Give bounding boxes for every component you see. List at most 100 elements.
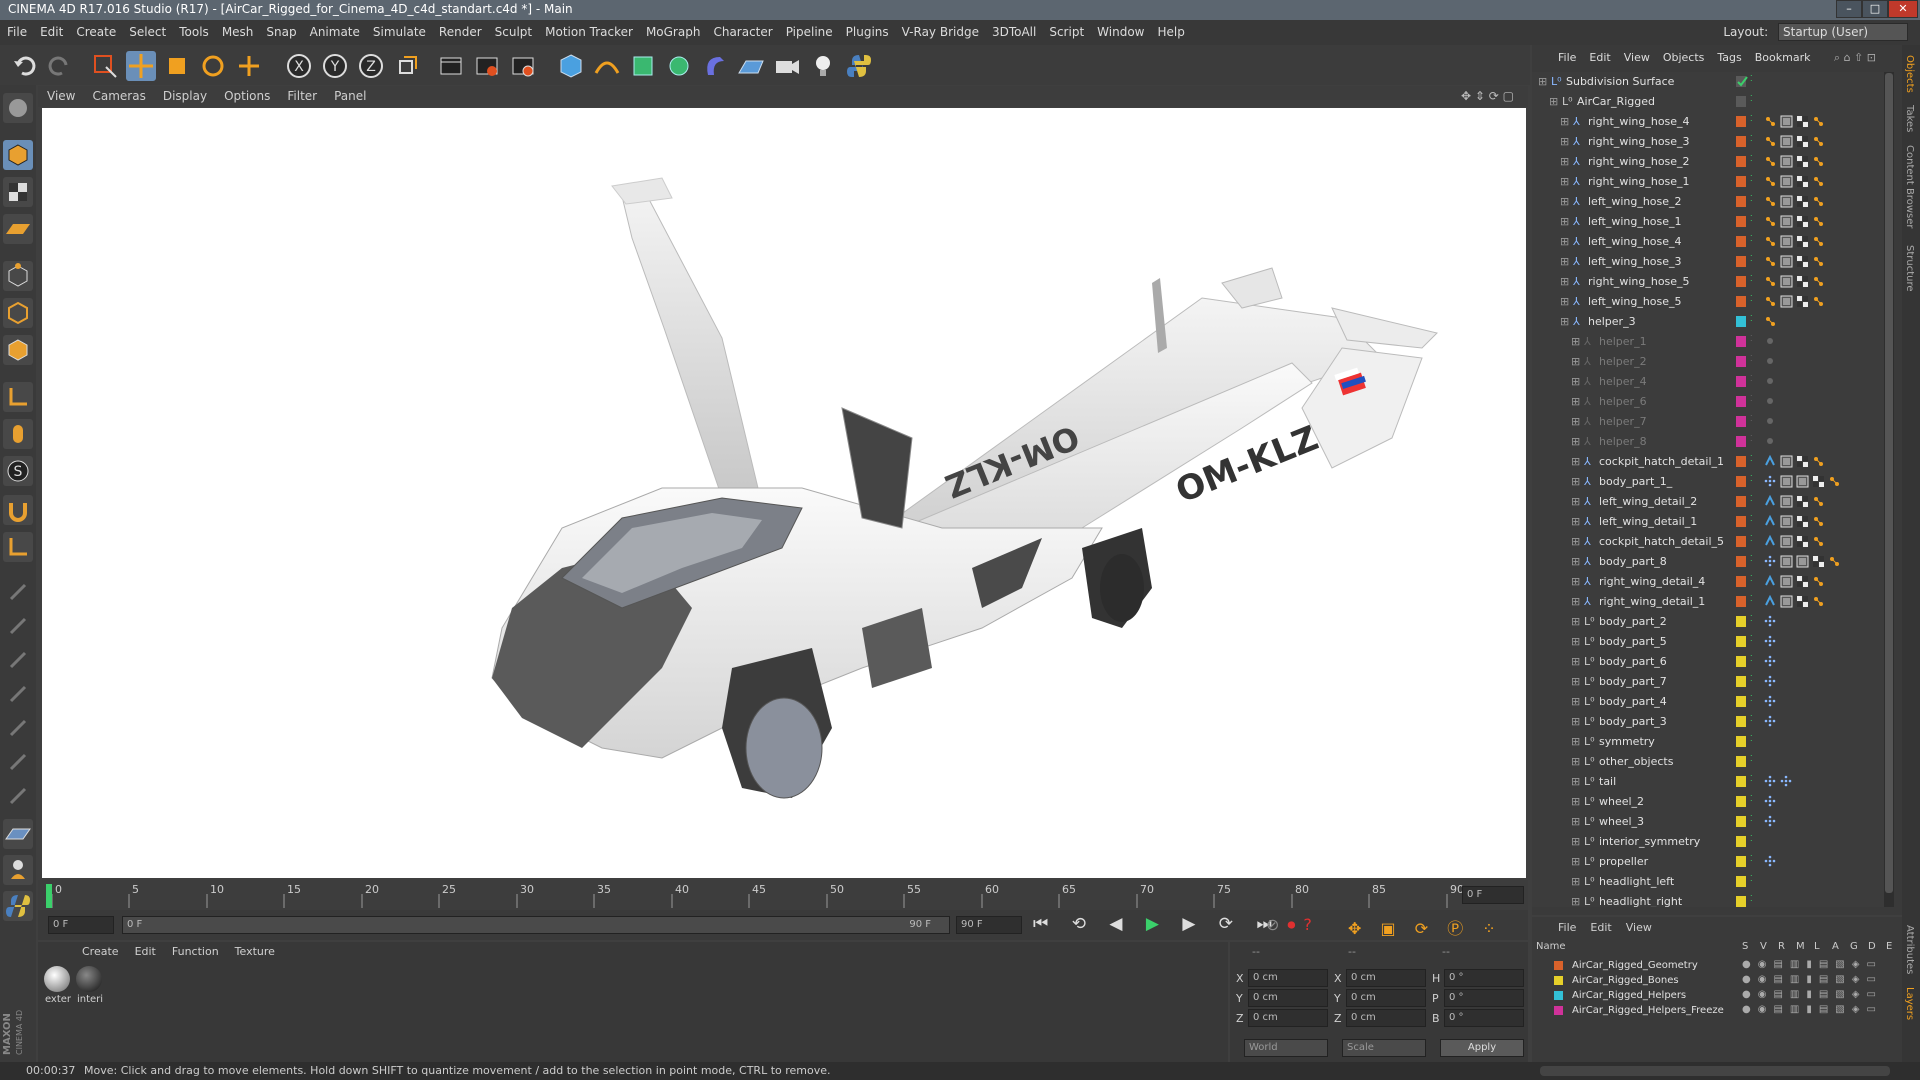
viewport-nav-icons[interactable]: ✥ ⇕ ⟳ ▢ [1461,86,1514,103]
tab-content-browser[interactable]: Content Browser [1904,145,1915,228]
z-axis-lock-icon[interactable]: Z [356,51,386,81]
ik-tag-icon[interactable] [1764,315,1777,328]
layer-color-swatch[interactable] [1736,236,1746,247]
weight-tag-icon[interactable] [1780,155,1793,168]
object-row[interactable]: ⊞ ⅄ cockpit_hatch_detail_1 ⁚ [1532,452,1884,472]
layer-color-swatch[interactable] [1736,696,1746,707]
material-menu-texture[interactable]: Texture [227,945,283,958]
tab-layers[interactable]: Layers [1904,987,1915,1020]
points-tag-icon[interactable] [1764,775,1777,788]
object-row[interactable]: ⊞ ⅄ right_wing_detail_4 ⁚ [1532,572,1884,592]
visibility-toggle[interactable]: ⁚ [1750,614,1753,623]
layer-menu-view[interactable]: View [1619,921,1659,934]
weight-tag-icon[interactable] [1796,555,1809,568]
layer-color-swatch[interactable] [1736,156,1746,167]
tab-takes[interactable]: Takes [1904,105,1915,132]
horizontal-scrollbar[interactable] [1540,1066,1890,1076]
live-selection-icon[interactable] [90,51,120,81]
object-row[interactable]: ⊞ ⅄ helper_4 ⁚ [1532,372,1884,392]
object-row[interactable]: ⊞ ⅄ helper_8 ⁚ [1532,432,1884,452]
object-row[interactable]: ⊞ L⁰ body_part_2 ⁚ [1532,612,1884,632]
floor-icon[interactable] [736,51,766,81]
visibility-toggle[interactable]: ⁚ [1750,574,1753,583]
layer-color-swatch[interactable] [1736,96,1746,107]
menu-select[interactable]: Select [122,20,172,39]
checker-tag-icon[interactable] [1796,455,1809,468]
layer-color-swatch[interactable] [1736,316,1746,327]
visibility-toggle[interactable]: ⁚ [1750,694,1753,703]
coordinate-system-dropdown[interactable]: World [1244,1039,1328,1057]
expand-icon[interactable]: ⊞ [1571,475,1580,488]
weight-tag-icon[interactable] [1780,455,1793,468]
layer-color-swatch[interactable] [1736,596,1746,607]
weight-tag-icon[interactable] [1780,295,1793,308]
expand-icon[interactable]: ⊞ [1571,595,1580,608]
visibility-toggle[interactable]: ⁚ [1750,534,1753,543]
expand-icon[interactable]: ⊞ [1560,215,1569,228]
axis-mode-icon[interactable] [3,382,33,412]
menu-simulate[interactable]: Simulate [366,20,432,39]
points-tag-icon[interactable] [1764,615,1777,628]
visibility-toggle[interactable]: ⁚ [1750,474,1753,483]
expand-icon[interactable]: ⊞ [1571,615,1580,628]
layer-color-swatch[interactable] [1736,836,1746,847]
subdivision-surface-icon[interactable] [628,51,658,81]
layer-color-swatch[interactable] [1736,436,1746,447]
x-axis-lock-icon[interactable]: X [284,51,314,81]
visibility-toggle[interactable]: ⁚ [1750,714,1753,723]
visibility-toggle[interactable]: ⁚ [1750,854,1753,863]
checker-tag-icon[interactable] [1796,155,1809,168]
expand-icon[interactable]: ⊞ [1560,255,1569,268]
layer-col-name[interactable]: Name [1536,941,1566,952]
redo-icon[interactable] [44,51,74,81]
weight-tag-icon[interactable] [1780,195,1793,208]
obj-menu-view[interactable]: View [1617,45,1656,64]
object-row[interactable]: ⊞ L⁰ tail ⁚ [1532,772,1884,792]
grey-tag-icon[interactable] [1764,375,1777,388]
menu-file[interactable]: File [0,20,33,39]
scrollbar-thumb[interactable] [1885,73,1893,893]
expand-icon[interactable]: ⊞ [1571,795,1580,808]
menu-motion-tracker[interactable]: Motion Tracker [538,20,639,39]
points-tag-icon[interactable] [1764,555,1777,568]
layer-flags[interactable]: ●◉▤▥▮▤▧◈▭ [1742,989,1883,1000]
playback-controls[interactable]: ⏮ ⟲ ◀ ▶ ▶ ⟳ ⏭ [1033,914,1281,934]
layer-color-swatch[interactable] [1736,616,1746,627]
visibility-toggle[interactable]: ⁚ [1750,254,1753,263]
ik-tag-icon[interactable] [1764,155,1777,168]
menu-animate[interactable]: Animate [303,20,366,39]
rotate-tool-icon[interactable] [198,51,228,81]
menu-script[interactable]: Script [1042,20,1090,39]
weight-tag-icon[interactable] [1780,275,1793,288]
object-row[interactable]: ⊞ ⅄ helper_6 ⁚ [1532,392,1884,412]
points-tag-icon[interactable] [1780,775,1793,788]
weight-tag-icon[interactable] [1780,595,1793,608]
grey-tag-icon[interactable] [1764,435,1777,448]
ik-tag-icon[interactable] [1812,455,1825,468]
expand-icon[interactable]: ⊞ [1571,455,1580,468]
sculpt-brush-icon[interactable] [3,577,33,607]
menu-3dtoall[interactable]: 3DToAll [985,20,1042,39]
ik-tag-icon[interactable] [1812,295,1825,308]
expand-icon[interactable]: ⊞ [1571,495,1580,508]
material-menu-create[interactable]: Create [38,945,127,958]
frame-range-slider[interactable]: 0 F 90 F [122,916,950,934]
minimize-button[interactable]: – [1836,0,1862,18]
expand-icon[interactable]: ⊞ [1571,655,1580,668]
expand-icon[interactable]: ⊞ [1560,175,1569,188]
weight-tag-icon[interactable] [1796,475,1809,488]
size-x-field[interactable]: 0 cm [1346,969,1426,987]
layer-row[interactable]: AirCar_Rigged_Geometry ●◉▤▥▮▤▧◈▭ [1532,959,1902,974]
ik-tag-icon[interactable] [1812,595,1825,608]
layer-color-swatch[interactable] [1736,336,1746,347]
visibility-toggle[interactable]: ⁚ [1750,754,1753,763]
size-z-field[interactable]: 0 cm [1346,1009,1426,1027]
visibility-toggle[interactable]: ⁚ [1750,454,1753,463]
close-button[interactable]: ✕ [1888,0,1918,18]
menu-vray-bridge[interactable]: V-Ray Bridge [895,20,985,39]
expr-tag-icon[interactable] [1764,455,1777,468]
object-row[interactable]: ⊞ L⁰ symmetry ⁚ [1532,732,1884,752]
layer-menu-edit[interactable]: Edit [1583,921,1618,934]
layer-color-swatch[interactable] [1736,676,1746,687]
menu-plugins[interactable]: Plugins [839,20,895,39]
